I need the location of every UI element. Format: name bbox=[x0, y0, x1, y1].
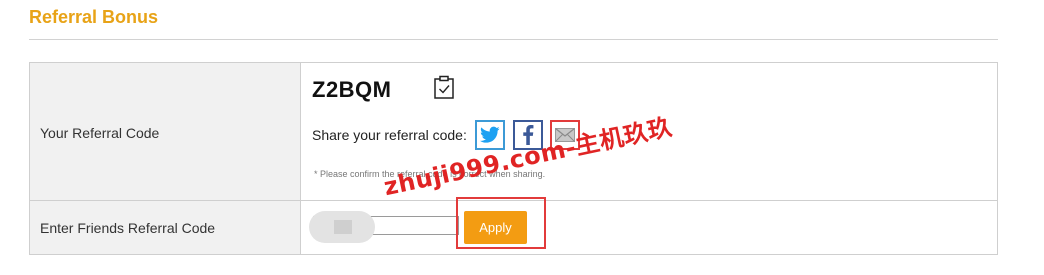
section-divider bbox=[29, 39, 998, 40]
referral-code-label-cell: Your Referral Code bbox=[30, 63, 301, 200]
section-title: Referral Bonus bbox=[29, 7, 159, 27]
redaction-blur bbox=[309, 211, 375, 243]
friend-code-label: Enter Friends Referral Code bbox=[40, 220, 216, 236]
friend-code-label-cell: Enter Friends Referral Code bbox=[30, 201, 301, 254]
referral-code-value: Z2BQM bbox=[312, 77, 392, 102]
apply-highlight-box bbox=[456, 197, 546, 249]
referral-code-label: Your Referral Code bbox=[40, 125, 160, 141]
referral-code-row: Your Referral Code Z2BQM Share your refe… bbox=[30, 63, 997, 201]
copy-clipboard-icon[interactable] bbox=[433, 75, 455, 99]
twitter-icon bbox=[480, 126, 500, 143]
share-label: Share your referral code: bbox=[312, 127, 467, 143]
